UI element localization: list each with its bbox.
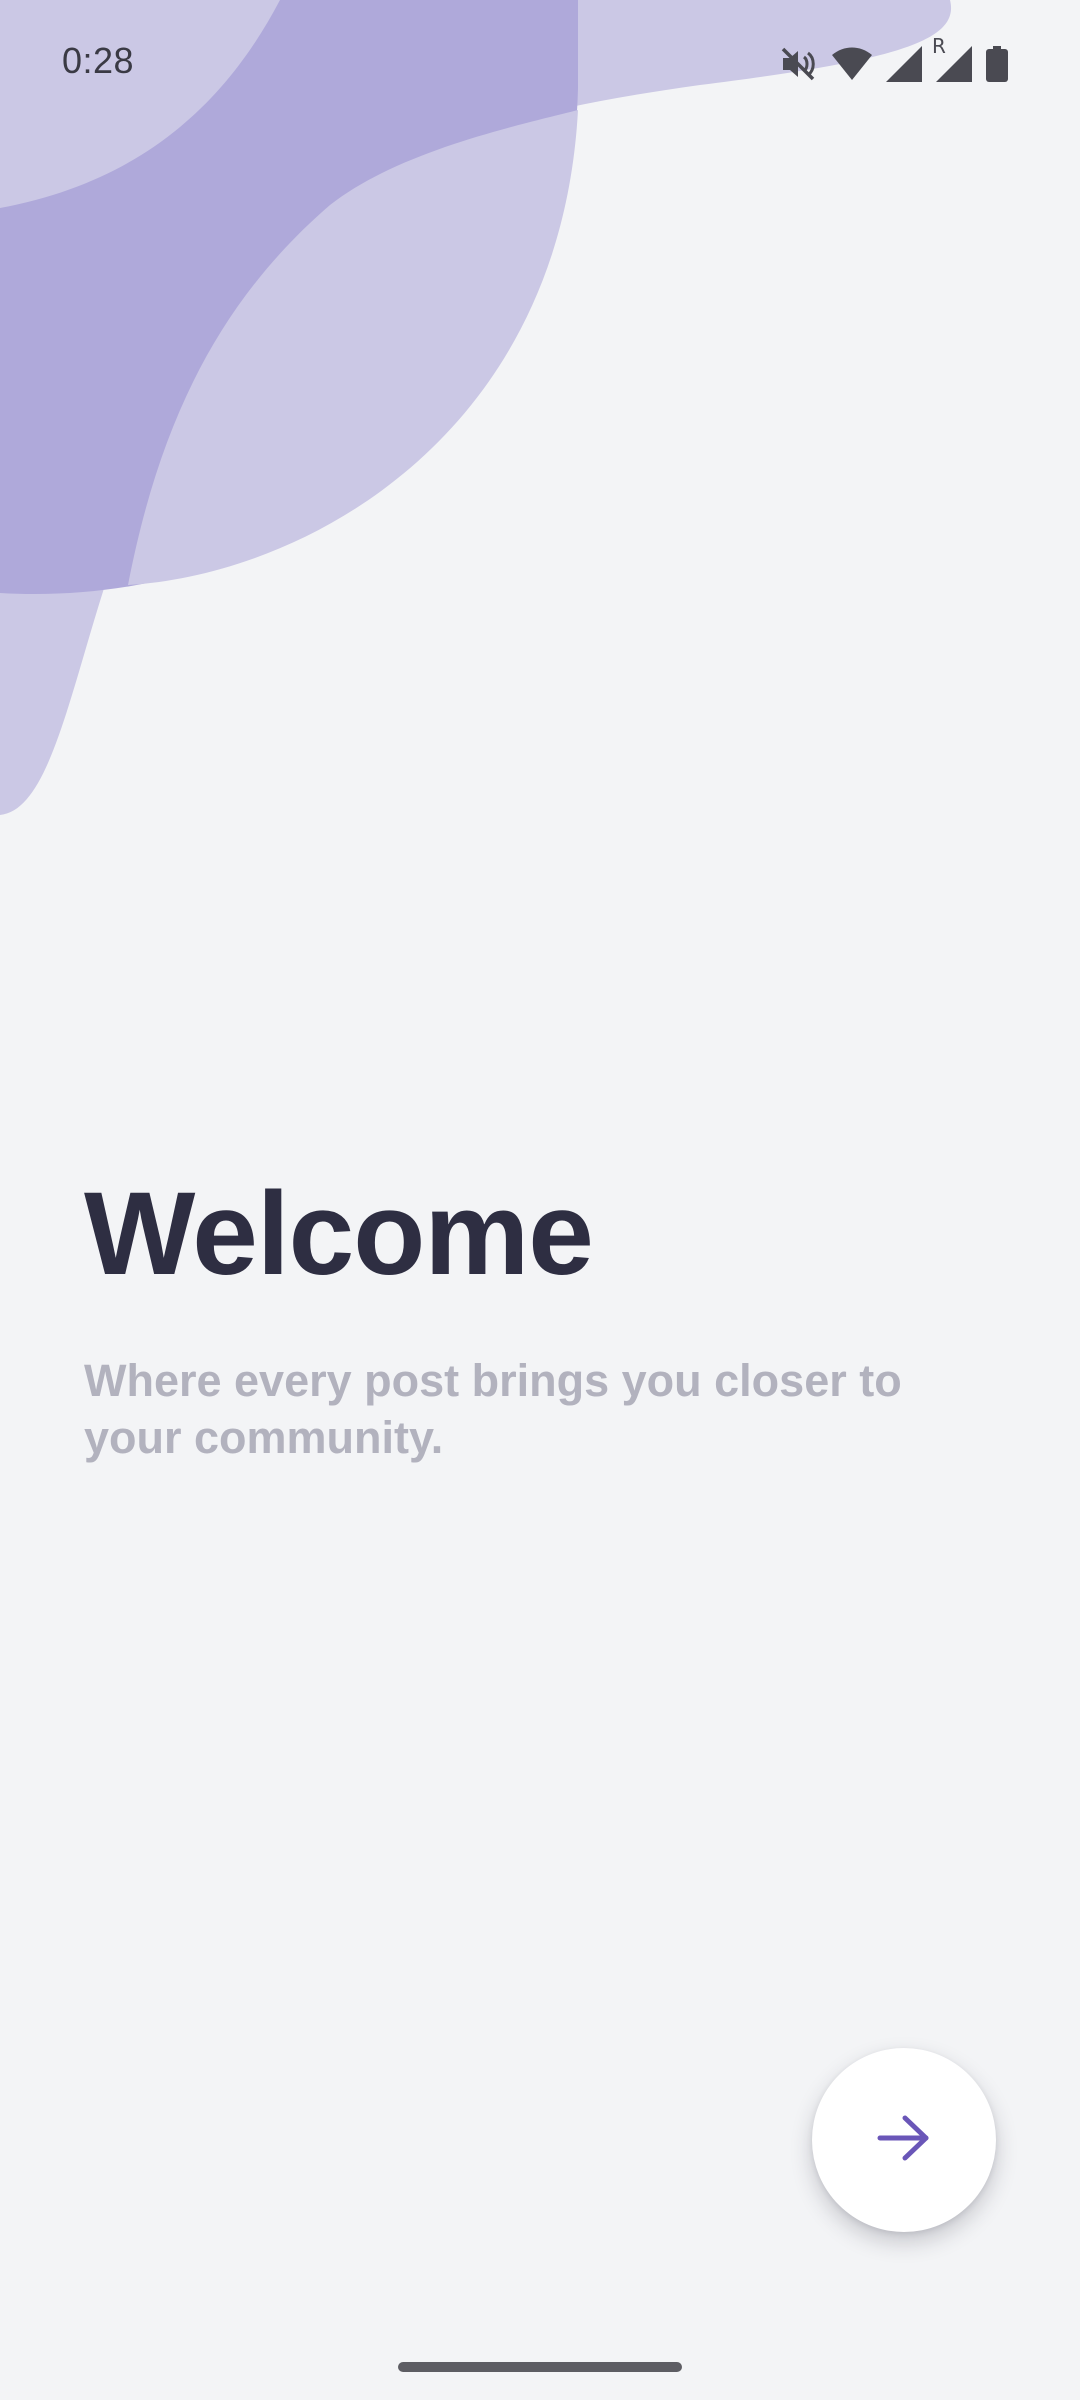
battery-icon: [986, 46, 1008, 82]
status-bar: 0:28 R: [0, 0, 1080, 130]
arrow-right-icon: [876, 2113, 932, 2168]
background-blob-decoration: [0, 0, 952, 815]
next-button[interactable]: [812, 2048, 996, 2232]
status-time: 0:28: [62, 40, 135, 81]
welcome-subtitle: Where every post brings you closer to yo…: [84, 1355, 902, 1463]
welcome-title: Welcome: [84, 1168, 594, 1300]
signal-icon: [886, 46, 922, 82]
mute-icon: [780, 46, 818, 82]
roaming-indicator: R: [932, 34, 946, 58]
home-indicator[interactable]: [398, 2362, 682, 2372]
roaming-signal-icon: R: [932, 34, 972, 82]
wifi-icon: [832, 47, 872, 81]
status-icons: R: [780, 34, 1008, 86]
